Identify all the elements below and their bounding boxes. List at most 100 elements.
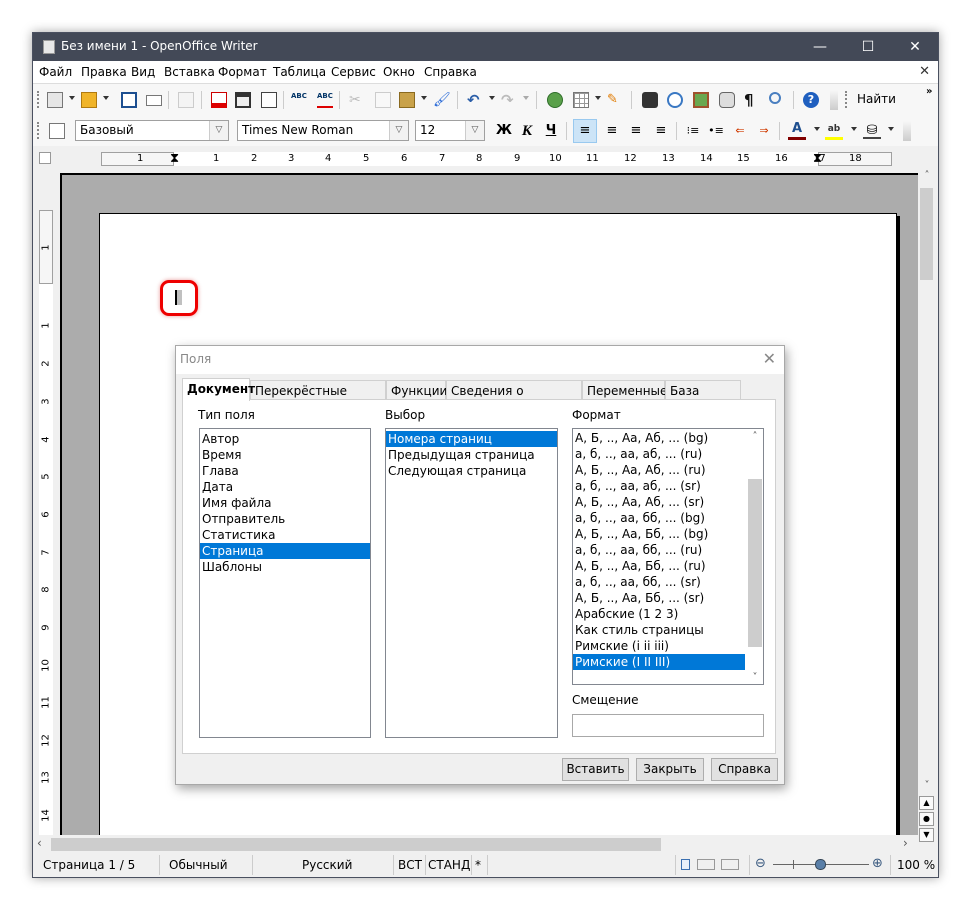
list-item[interactable]: Следующая страница	[386, 463, 557, 479]
chevron-down-icon[interactable]: ▽	[465, 121, 484, 140]
previous-page-icon[interactable]: ▲	[919, 796, 934, 810]
minimize-button[interactable]: —	[797, 33, 843, 61]
align-left-button[interactable]: ≡	[573, 119, 597, 143]
justify-button[interactable]: ≡	[652, 121, 670, 141]
menu-file[interactable]: Файл	[39, 65, 72, 79]
zoom-level[interactable]: 100 %	[897, 858, 935, 872]
numbering-icon[interactable]: ⁝≡	[684, 121, 702, 141]
paste-icon[interactable]	[399, 92, 415, 108]
list-item-selected[interactable]: Страница	[200, 543, 370, 559]
new-document-icon[interactable]	[47, 92, 63, 108]
list-item[interactable]: Статистика	[200, 527, 370, 543]
list-item[interactable]: а, б, .., аа, бб, ... (sr)	[573, 574, 763, 590]
font-color-icon[interactable]: A	[788, 121, 806, 140]
list-item-selected[interactable]: Номера страниц	[386, 431, 557, 447]
menu-tools[interactable]: Сервис	[331, 65, 376, 79]
offset-input[interactable]	[572, 714, 764, 737]
print-icon[interactable]	[235, 92, 251, 108]
scroll-up-icon[interactable]: ˄	[747, 431, 763, 442]
menu-help[interactable]: Справка	[424, 65, 477, 79]
vertical-scroll-thumb[interactable]	[920, 188, 933, 280]
menu-format[interactable]: Формат	[218, 65, 267, 79]
background-color-dropdown-arrow[interactable]	[888, 127, 894, 131]
list-item[interactable]: Дата	[200, 479, 370, 495]
maximize-button[interactable]: ☐	[845, 33, 891, 61]
selection-mode[interactable]: СТАНД	[428, 858, 470, 872]
list-item[interactable]: Имя файла	[200, 495, 370, 511]
bullets-icon[interactable]: •≡	[707, 121, 725, 141]
single-page-view-icon[interactable]	[681, 859, 690, 870]
navigation-icon[interactable]: ●	[919, 812, 934, 826]
clone-formatting-icon[interactable]: 🖌	[433, 92, 451, 108]
vertical-ruler[interactable]: 1 1 2 3 4 5 6 7 8 9 10 11 12 13 14	[33, 170, 59, 835]
chevron-down-icon[interactable]: ▽	[389, 121, 408, 140]
menu-window[interactable]: Окно	[383, 65, 415, 79]
insert-button[interactable]: Вставить	[562, 758, 629, 781]
toolbar-grip[interactable]	[37, 91, 41, 108]
save-icon[interactable]	[121, 92, 137, 108]
tab-variables[interactable]: Переменные	[582, 380, 667, 400]
list-item[interactable]: Шаблоны	[200, 559, 370, 575]
navigator-icon[interactable]	[667, 92, 683, 108]
toolbar-overflow[interactable]	[830, 90, 838, 110]
gallery-icon[interactable]	[693, 92, 709, 108]
autospellcheck-icon[interactable]: ABC	[317, 92, 333, 108]
underline-button[interactable]: Ч	[542, 121, 560, 141]
paste-dropdown-arrow[interactable]	[421, 96, 427, 100]
menu-view[interactable]: Вид	[131, 65, 155, 79]
next-page-icon[interactable]: ▼	[919, 828, 934, 842]
undo-icon[interactable]: ↶	[467, 92, 483, 108]
font-size-combo[interactable]: 12 ▽	[415, 120, 485, 141]
horizontal-ruler[interactable]: 1 ⧗ 1 2 3 4 5 6 7 8 9 10 11 12 13 14 15 …	[33, 146, 938, 170]
list-item[interactable]: а, б, .., аа, бб, ... (ru)	[573, 542, 763, 558]
undo-dropdown-arrow[interactable]	[489, 96, 495, 100]
align-center-button[interactable]: ≡	[603, 121, 621, 141]
list-item[interactable]: Время	[200, 447, 370, 463]
zoom-out-icon[interactable]: ⊖	[755, 856, 766, 871]
tab-document-info[interactable]: Сведения о документе	[446, 380, 582, 418]
table-icon[interactable]	[573, 92, 589, 108]
find-overflow-icon[interactable]: »	[926, 86, 932, 97]
find-label[interactable]: Найти	[857, 92, 896, 106]
selection-list[interactable]: Номера страниц Предыдущая страница Следу…	[385, 428, 558, 738]
find-toolbar-grip[interactable]	[845, 91, 849, 108]
draw-functions-icon[interactable]: ✎	[607, 92, 623, 108]
list-item-selected[interactable]: Римские (I II III)	[573, 654, 745, 670]
align-right-button[interactable]: ≡	[627, 121, 645, 141]
tab-cross-references[interactable]: Перекрёстные ссылки	[250, 380, 386, 418]
styles-formatting-icon[interactable]	[49, 123, 65, 139]
redo-dropdown-arrow[interactable]	[523, 96, 529, 100]
zoom-icon[interactable]	[769, 92, 781, 104]
book-view-icon[interactable]	[721, 859, 739, 870]
scroll-left-icon[interactable]: ‹	[37, 836, 42, 850]
tab-document[interactable]: Документ	[182, 378, 255, 401]
menu-edit[interactable]: Правка	[81, 65, 127, 79]
toolbar-overflow[interactable]	[903, 121, 911, 141]
font-color-dropdown-arrow[interactable]	[814, 127, 820, 131]
list-item[interactable]: А, Б, .., Аа, Бб, ... (sr)	[573, 590, 763, 606]
tab-functions[interactable]: Функции	[386, 380, 447, 400]
tab-stop-type-icon[interactable]	[39, 152, 51, 164]
vertical-scrollbar[interactable]: ˄ ˅ ▲ ● ▼	[918, 170, 936, 842]
formatting-marks-icon[interactable]: ¶	[744, 92, 760, 108]
find-replace-binoculars-icon[interactable]	[642, 92, 658, 108]
help-button[interactable]: Справка	[711, 758, 778, 781]
field-type-list[interactable]: Автор Время Глава Дата Имя файла Отправи…	[199, 428, 371, 738]
close-button[interactable]: Закрыть	[636, 758, 704, 781]
list-item[interactable]: А, Б, .., Аа, Бб, ... (bg)	[573, 526, 763, 542]
list-item[interactable]: а, б, .., аа, бб, ... (bg)	[573, 510, 763, 526]
paragraph-style-combo[interactable]: Базовый ▽	[75, 120, 229, 141]
cut-icon[interactable]: ✂	[349, 92, 365, 108]
scroll-down-icon[interactable]: ˅	[747, 672, 763, 683]
list-item[interactable]: Римские (i ii iii)	[573, 638, 763, 654]
scroll-right-icon[interactable]: ›	[903, 836, 908, 850]
help-icon[interactable]: ?	[803, 92, 819, 108]
list-item[interactable]: А, Б, .., Аа, Бб, ... (ru)	[573, 558, 763, 574]
redo-icon[interactable]: ↷	[501, 92, 517, 108]
list-item[interactable]: Предыдущая страница	[386, 447, 557, 463]
copy-icon[interactable]	[375, 92, 391, 108]
horizontal-scrollbar[interactable]: ‹ ›	[33, 835, 918, 853]
page-style[interactable]: Обычный	[169, 858, 228, 872]
list-item[interactable]: А, Б, .., Аа, Аб, ... (ru)	[573, 462, 763, 478]
bold-button[interactable]: Ж	[495, 121, 513, 141]
